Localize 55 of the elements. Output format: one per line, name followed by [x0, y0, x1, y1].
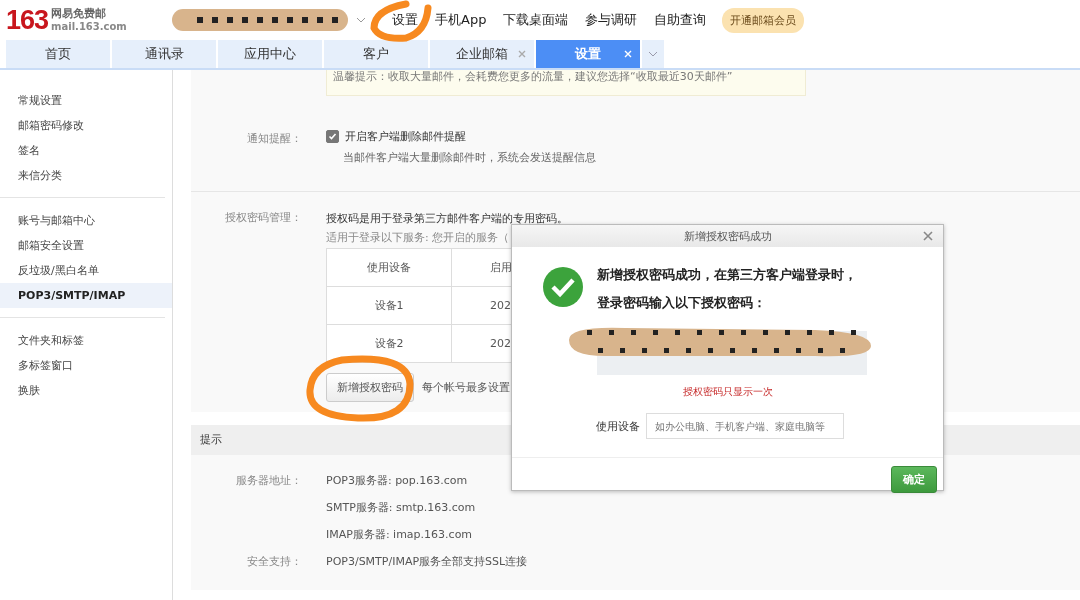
dialog-title: 新增授权密码成功 [683, 228, 772, 244]
field-label: 服务器地址： [236, 474, 302, 487]
sidebar-item[interactable]: 换肤 [0, 378, 165, 403]
info-text: SMTP服务器: smtp.163.com [326, 500, 476, 515]
tab[interactable]: 客户 [324, 40, 428, 68]
info-text: POP3/SMTP/IMAP服务全部支持SSL连接 [326, 554, 528, 569]
table-cell: 设备1 [326, 286, 452, 325]
checkbox[interactable] [326, 130, 339, 143]
field-label: 通知提醒： [246, 131, 302, 147]
close-icon[interactable] [518, 50, 526, 58]
dialog-message: 新增授权密码成功，在第三方客户端登录时，登录密码输入以下授权密码： [597, 266, 858, 312]
info-text: IMAP服务器: imap.163.com [326, 527, 473, 542]
sidebar-item[interactable]: 邮箱安全设置 [0, 233, 165, 258]
success-check-icon [543, 267, 583, 307]
info-text: POP3服务器: pop.163.com [326, 473, 468, 488]
device-input[interactable]: 如办公电脑、手机客户端、家庭电脑等 [646, 413, 844, 439]
sidebar-item[interactable]: 签名 [0, 138, 165, 163]
logo-domain: mail.163.com [51, 20, 127, 33]
description-text: 授权码是用于登录第三方邮件客户端的专用密码。 [326, 211, 569, 227]
nav-link[interactable]: 参与调研 [585, 11, 638, 29]
nav-link[interactable]: 设置 [392, 11, 418, 29]
nav-link[interactable]: 自助查询 [654, 11, 707, 29]
add-password-button[interactable]: 新增授权密码 [326, 373, 414, 402]
logo-name: 网易免费邮 [51, 7, 108, 20]
sidebar-item[interactable]: 邮箱密码修改 [0, 113, 165, 138]
column-header: 使用设备 [326, 248, 452, 287]
checkmark-icon [328, 132, 337, 141]
vip-button[interactable]: 开通邮箱会员 [722, 7, 805, 33]
checkbox-label: 开启客户端删除邮件提醒 [345, 129, 466, 144]
sidebar-item[interactable]: 常规设置 [0, 88, 165, 113]
logo-number: 163 [6, 4, 49, 36]
sidebar-item[interactable]: POP3/SMTP/IMAP [0, 283, 172, 308]
warning-text: 授权密码只显示一次 [681, 385, 774, 399]
hint-text: 当邮件客户端大量删除邮件时，系统会发送提醒信息 [342, 150, 597, 165]
sidebar-item[interactable]: 账号与邮箱中心 [0, 208, 165, 233]
notice-text: 温馨提示：收取大量邮件，会耗费您更多的流量，建议您选择“收取最近30天邮件” [333, 70, 733, 83]
tab[interactable]: 首页 [6, 40, 110, 68]
sidebar-item[interactable]: 多标签窗口 [0, 353, 165, 378]
tab[interactable]: 企业邮箱 [430, 40, 534, 68]
caret-icon[interactable] [356, 17, 366, 23]
services-text: 适用于登录以下服务: 您开启的服务（ [326, 230, 510, 246]
sidebar-item[interactable]: 反垃圾/黑白名单 [0, 258, 165, 283]
field-label: 授权密码管理： [224, 210, 302, 226]
field-label: 使用设备 [596, 418, 640, 434]
nav-link[interactable]: 下载桌面端 [503, 11, 569, 29]
nav-link[interactable]: 手机App [435, 11, 487, 29]
close-icon[interactable] [923, 231, 933, 241]
field-label: 安全支持： [247, 555, 302, 568]
sidebar-item[interactable]: 来信分类 [0, 163, 165, 188]
tab[interactable]: 应用中心 [218, 40, 322, 68]
tab[interactable]: 通讯录 [112, 40, 216, 68]
limit-note: 每个帐号最多设置 [422, 380, 510, 395]
section-title: 提示 [200, 433, 222, 446]
caret-icon [648, 51, 658, 57]
sidebar-item[interactable]: 文件夹和标签 [0, 328, 165, 353]
